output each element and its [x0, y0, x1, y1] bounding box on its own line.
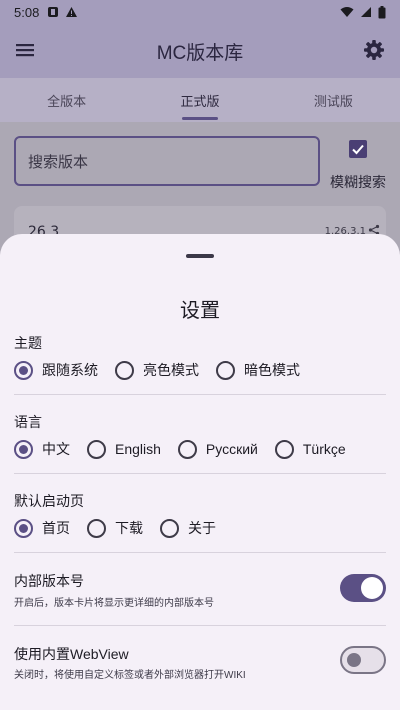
- settings-sheet: 设置 主题 跟随系统 亮色模式 暗色模式 语言 中文 English Русск…: [0, 234, 400, 710]
- switch-knob: [347, 653, 361, 667]
- fuzzy-search-checkbox[interactable]: [349, 140, 367, 158]
- radio-selected[interactable]: [14, 518, 33, 538]
- language-option-english[interactable]: English: [87, 439, 161, 459]
- radio-unselected[interactable]: [177, 439, 197, 459]
- alert-icon: [66, 7, 78, 17]
- status-bar: 5:08: [0, 0, 400, 24]
- divider: [14, 552, 386, 553]
- divider: [14, 625, 386, 626]
- theme-option-light[interactable]: 亮色模式: [115, 360, 199, 380]
- radio-label: 首页: [42, 520, 70, 536]
- version-tabs: 全版本 正式版 测试版: [0, 78, 400, 122]
- internal-version-title: 内部版本号: [14, 573, 84, 589]
- internal-version-description: 开启后，版本卡片将显示更详细的内部版本号: [14, 598, 214, 609]
- radio-unselected[interactable]: [216, 360, 235, 380]
- fuzzy-search-label: 模糊搜索: [330, 174, 386, 190]
- theme-section-title: 主题: [14, 335, 42, 351]
- theme-option-dark[interactable]: 暗色模式: [216, 360, 300, 380]
- check-icon: [352, 144, 364, 155]
- start-page-options: 首页 下载 关于: [14, 518, 233, 538]
- notification-icon: [48, 7, 59, 17]
- language-option-turkish[interactable]: Türkçe: [274, 439, 346, 459]
- language-option-russian[interactable]: Русский: [177, 439, 258, 459]
- internal-version-switch[interactable]: [340, 574, 386, 602]
- divider: [14, 394, 386, 395]
- webview-switch[interactable]: [340, 646, 386, 674]
- radio-selected[interactable]: [14, 439, 33, 459]
- radio-label: 下载: [115, 520, 143, 536]
- app-bar: MC版本库: [0, 24, 400, 78]
- switch-knob: [361, 577, 383, 599]
- tab-beta[interactable]: 测试版: [267, 78, 400, 122]
- radio-label: 亮色模式: [143, 362, 199, 378]
- language-option-chinese[interactable]: 中文: [14, 439, 70, 459]
- webview-title: 使用内置WebView: [14, 646, 129, 662]
- radio-unselected[interactable]: [274, 439, 294, 459]
- search-input[interactable]: 搜索版本: [14, 136, 320, 186]
- radio-unselected[interactable]: [87, 518, 106, 538]
- radio-label: 暗色模式: [244, 362, 300, 378]
- app-title: MC版本库: [156, 42, 244, 64]
- radio-label: English: [115, 441, 161, 457]
- radio-unselected[interactable]: [115, 360, 134, 380]
- tab-all[interactable]: 全版本: [0, 78, 133, 122]
- menu-icon[interactable]: [14, 39, 36, 61]
- gear-icon[interactable]: [362, 38, 386, 62]
- wifi-icon: [340, 7, 354, 17]
- radio-unselected[interactable]: [160, 518, 179, 538]
- start-page-option-home[interactable]: 首页: [14, 518, 70, 538]
- settings-title: 设置: [180, 300, 220, 322]
- start-page-section-title: 默认启动页: [14, 493, 84, 509]
- radio-label: Русский: [205, 441, 258, 457]
- radio-label: Türkçe: [302, 441, 346, 457]
- radio-unselected[interactable]: [87, 439, 106, 459]
- drag-handle[interactable]: [186, 254, 214, 258]
- language-options: 中文 English Русский Türkçe: [14, 439, 363, 459]
- webview-description: 关闭时，将使用自定义标签或者外部浏览器打开WIKI: [14, 670, 246, 681]
- start-page-option-download[interactable]: 下载: [87, 518, 143, 538]
- signal-icon: [361, 7, 371, 17]
- radio-label: 跟随系统: [42, 362, 98, 378]
- radio-selected[interactable]: [14, 360, 33, 380]
- fuzzy-search-toggle[interactable]: 模糊搜索: [326, 140, 390, 192]
- language-section-title: 语言: [14, 414, 42, 430]
- start-page-option-about[interactable]: 关于: [160, 518, 216, 538]
- status-time: 5:08: [14, 4, 40, 20]
- radio-label: 关于: [188, 520, 216, 536]
- divider: [14, 473, 386, 474]
- tab-release[interactable]: 正式版: [133, 78, 266, 122]
- theme-option-system[interactable]: 跟随系统: [14, 360, 98, 380]
- radio-label: 中文: [42, 441, 70, 457]
- theme-options: 跟随系统 亮色模式 暗色模式: [14, 360, 317, 380]
- battery-icon: [378, 5, 386, 18]
